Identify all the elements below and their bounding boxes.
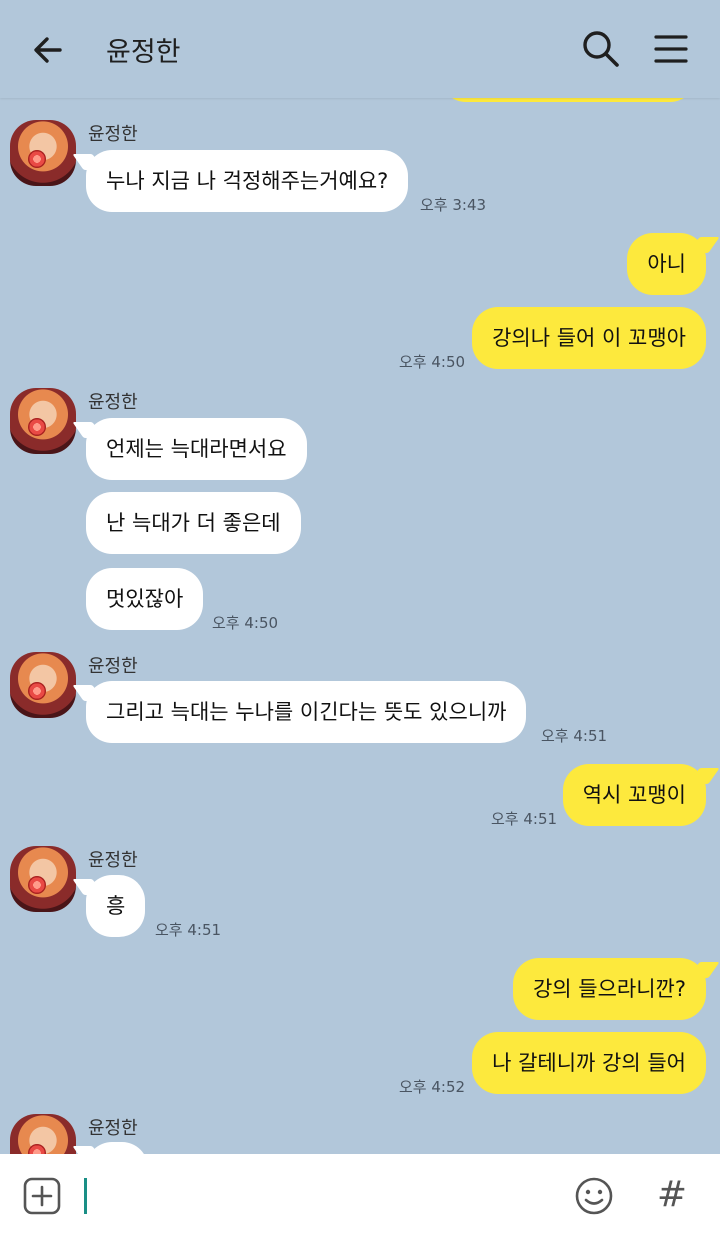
- avatar[interactable]: [10, 652, 76, 718]
- message-bubble-outgoing[interactable]: 역시 꼬맹이: [562, 764, 706, 826]
- message-time: 오후 4:51: [541, 727, 608, 745]
- chat-area[interactable]: 윤정한 누나 지금 나 걱정해주는거예요? 오후 3:43 아니 강의나 들어 …: [0, 0, 720, 1154]
- avatar[interactable]: [10, 846, 76, 912]
- hash-icon: #: [656, 1174, 688, 1215]
- avatar[interactable]: [10, 120, 76, 186]
- message-bubble-outgoing[interactable]: 나 갈테니까 강의 들어: [472, 1032, 706, 1094]
- message-time: 오후 4:52: [399, 1078, 466, 1096]
- menu-button[interactable]: [648, 26, 694, 72]
- search-icon: [583, 31, 619, 67]
- search-button[interactable]: [578, 26, 624, 72]
- message-bubble-incoming[interactable]: 멋있잖아: [86, 568, 204, 630]
- emoji-button[interactable]: [574, 1176, 614, 1216]
- sender-name: 윤정한: [88, 1118, 138, 1139]
- message-time: 오후 4:50: [212, 614, 279, 632]
- message-bubble-incoming[interactable]: 그리고 늑대는 누나를 이긴다는 뜻도 있으니까: [86, 681, 527, 743]
- message-time: 오후 4:51: [155, 921, 222, 939]
- chat-header: 윤정한: [0, 0, 720, 98]
- message-bubble-outgoing[interactable]: 강의 들으라니깐?: [512, 958, 706, 1020]
- message-bubble-incoming[interactable]: 흥: [86, 875, 146, 937]
- message-bubble-incoming[interactable]: 난 늑대가 더 좋은데: [86, 492, 301, 554]
- message-input[interactable]: [84, 1176, 554, 1216]
- message-bubble-outgoing[interactable]: 아니: [627, 233, 706, 295]
- sender-name: 윤정한: [88, 392, 138, 413]
- back-button[interactable]: [28, 28, 72, 72]
- message-bubble-outgoing[interactable]: 강의나 들어 이 꼬맹아: [472, 307, 706, 369]
- avatar[interactable]: [10, 388, 76, 454]
- menu-icon: [654, 35, 688, 63]
- hash-button[interactable]: #: [652, 1172, 692, 1218]
- back-arrow-icon: [34, 37, 62, 63]
- message-bubble-incoming[interactable]: 언제는 늑대라면서요: [86, 418, 307, 480]
- attach-button[interactable]: [22, 1176, 62, 1216]
- emoji-icon: [575, 1177, 613, 1215]
- text-cursor: [84, 1178, 87, 1214]
- sender-name: 윤정한: [88, 850, 138, 871]
- sender-name: 윤정한: [88, 656, 138, 677]
- message-bubble-incoming-partial: [86, 1142, 148, 1154]
- message-composer: #: [0, 1154, 720, 1238]
- message-time: 오후 3:43: [420, 196, 487, 214]
- chat-title: 윤정한: [106, 37, 181, 68]
- message-time: 오후 4:51: [491, 810, 558, 828]
- sender-name: 윤정한: [88, 124, 138, 145]
- message-bubble-incoming[interactable]: 누나 지금 나 걱정해주는거예요?: [86, 150, 409, 212]
- plus-icon: [23, 1177, 61, 1215]
- message-time: 오후 4:50: [399, 353, 466, 371]
- avatar[interactable]: [10, 1114, 76, 1154]
